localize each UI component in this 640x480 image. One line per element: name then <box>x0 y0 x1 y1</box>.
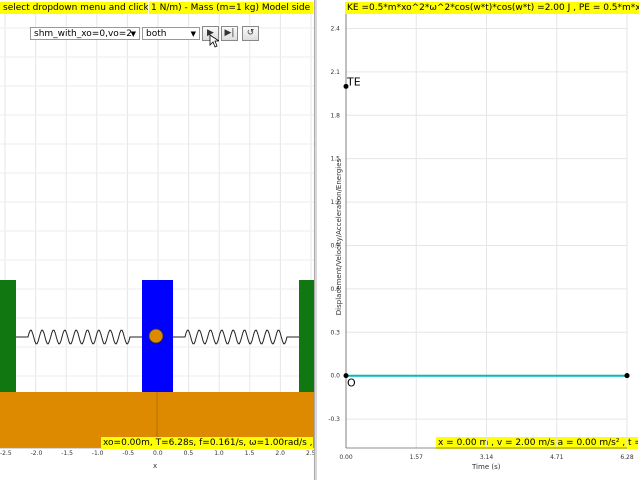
left-wall <box>0 280 16 392</box>
series-label-te: TE <box>346 75 361 88</box>
x-tick-label: -1.5 <box>61 450 73 457</box>
x-tick-labels: -2.5 -2.0 -1.5 -1.0 -0.5 0.0 0.5 1.0 1.5 2.0 2.5 <box>0 450 316 460</box>
chevron-down-icon: ▼ <box>190 30 196 38</box>
x-tick-label: -0.5 <box>122 450 135 457</box>
chart-y-tick-label: 2.4 <box>330 25 340 32</box>
chart-y-tick-label: 0.0 <box>330 373 340 380</box>
left-panel: select dropdown menu and click play 1 N/… <box>0 0 316 480</box>
x-tick-label: 2.0 <box>275 450 285 457</box>
chart-x-tick-label: 4.71 <box>550 454 564 461</box>
x-tick-label: 1.5 <box>244 450 255 457</box>
chart-y-tick-label: 1.5 <box>330 156 340 163</box>
series-label-o: O <box>347 377 356 390</box>
x-tick-label: 0.0 <box>153 450 163 457</box>
reset-button[interactable]: ↺ <box>242 26 259 41</box>
chart-x-tick-label: 3.14 <box>480 454 494 461</box>
x-tick-label: -2.0 <box>30 450 43 457</box>
chart-y-tick-label: 1.2 <box>330 199 340 206</box>
model-select[interactable]: shm_with_xo=0,vo=2 ▼ <box>30 27 140 40</box>
chart-y-tick-label: 1.8 <box>330 112 340 119</box>
chart-y-tick-label: 0.9 <box>330 242 340 249</box>
chart-y-tick-label: 0.3 <box>330 329 340 336</box>
x-axis-label: x <box>153 462 158 470</box>
x-tick-label: 1.0 <box>214 450 224 457</box>
x-tick-label: -2.5 <box>0 450 12 457</box>
energy-chart: 0.00 1.57 3.14 4.71 6.28 -0.3 0.0 0.3 0.6 0.9 1.2 1… <box>328 14 634 461</box>
mode-select-value: both <box>146 29 167 39</box>
chart-x-tick-label: 1.57 <box>410 454 424 461</box>
left-status-bar: xo=0.00m, T=6.28s, f=0.161/s, ω=1.00rad/… <box>101 437 313 449</box>
model-select-value: shm_with_xo=0,vo=2 <box>34 29 133 39</box>
x-tick-label: 0.5 <box>183 450 194 457</box>
chevron-down-icon: ▼ <box>130 30 136 38</box>
series-end-point <box>624 373 630 379</box>
chart-y-tick-label: -0.3 <box>328 416 340 423</box>
x-tick-label: -1.0 <box>91 450 104 457</box>
right-wall <box>299 280 314 392</box>
chart-y-tick-label: 0.6 <box>330 286 340 293</box>
chart-x-tick-label: 6.28 <box>620 454 634 461</box>
mass-marker-icon[interactable] <box>148 328 164 344</box>
chart-x-tick-label: 0.00 <box>339 454 353 461</box>
chart-y-tick-label: 2.1 <box>330 69 340 76</box>
step-button[interactable]: ▶| <box>221 26 238 41</box>
simulation-view <box>0 14 314 449</box>
left-spring <box>16 329 142 345</box>
mode-select[interactable]: both ▼ <box>142 27 200 40</box>
cursor-icon <box>209 34 219 48</box>
